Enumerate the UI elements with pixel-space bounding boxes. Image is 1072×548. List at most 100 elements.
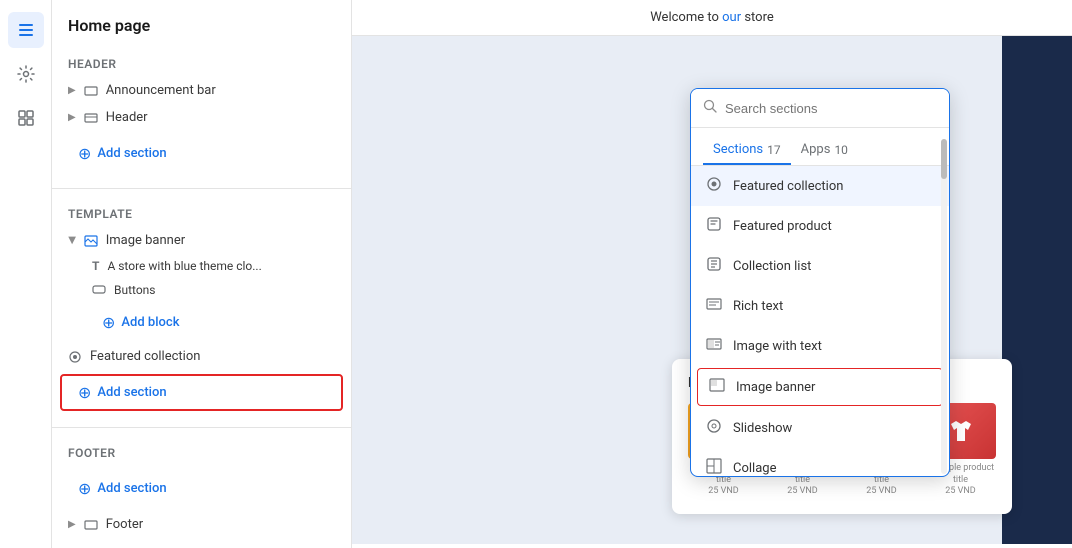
add-section-label: Add section xyxy=(97,146,166,161)
header-item[interactable]: ▶ Header xyxy=(52,104,351,131)
section-item-rich-text[interactable]: Rich text xyxy=(691,286,949,326)
collection-list-icon xyxy=(705,256,723,276)
footer-label: Footer xyxy=(52,440,351,466)
store-text-item: T A store with blue theme clo... xyxy=(52,254,351,278)
text-icon: T xyxy=(92,259,99,273)
header-item-label: Header xyxy=(106,110,148,125)
shirt-icon-red xyxy=(946,416,976,446)
store-text-label: A store with blue theme clo... xyxy=(107,259,261,273)
footer-item-label: Footer xyxy=(106,517,143,532)
apps-tab[interactable]: Apps 10 xyxy=(791,136,858,165)
our-link[interactable]: our xyxy=(722,10,741,25)
image-banner-section-icon xyxy=(708,377,726,397)
chevron-down-icon: ▶ xyxy=(66,237,77,245)
image-banner-icon xyxy=(84,234,98,248)
left-panel: Home page Header ▶ Announcement bar ▶ He… xyxy=(52,0,352,548)
add-section-icon-2: ⊕ xyxy=(78,383,91,402)
section-label-rich-text: Rich text xyxy=(733,299,783,314)
rich-text-icon xyxy=(705,296,723,316)
section-item-collection-list[interactable]: Collection list xyxy=(691,246,949,286)
featured-collection-icon xyxy=(705,176,723,196)
featured-collection-label: Featured collection xyxy=(90,349,200,364)
header-label: Header xyxy=(52,51,351,77)
apps-tab-label: Apps xyxy=(801,142,831,157)
sections-tab[interactable]: Sections 17 xyxy=(703,136,791,165)
buttons-item[interactable]: Buttons xyxy=(52,278,351,302)
preview-area: Welcome to our store Featured collection xyxy=(352,0,1072,548)
apps-icon-btn[interactable] xyxy=(8,100,44,136)
announcement-bar-icon xyxy=(84,84,98,98)
divider xyxy=(52,188,351,189)
scrollbar-track xyxy=(941,139,947,474)
scrollbar-thumb[interactable] xyxy=(941,139,947,179)
page-title: Home page xyxy=(52,0,351,43)
footer-add-section-button[interactable]: ⊕ Add section xyxy=(60,470,343,507)
add-block-icon: ⊕ xyxy=(102,313,115,332)
featured-collection-icon xyxy=(68,350,82,364)
apps-grid-icon xyxy=(17,109,35,127)
section-item-image-with-text[interactable]: Image with text xyxy=(691,326,949,366)
section-item-image-banner[interactable]: Image banner xyxy=(697,368,943,406)
announcement-bar-label: Announcement bar xyxy=(106,83,216,98)
content-icon-btn[interactable] xyxy=(8,12,44,48)
featured-collection-item[interactable]: Featured collection xyxy=(52,343,351,370)
buttons-label: Buttons xyxy=(114,283,156,297)
search-box xyxy=(691,89,949,128)
divider-2 xyxy=(52,427,351,428)
welcome-start: Welcome to xyxy=(650,10,722,25)
add-section-dropdown: Sections 17 Apps 10 Featured collection … xyxy=(690,88,950,477)
dark-right-section xyxy=(1002,36,1072,544)
section-label-collection-list: Collection list xyxy=(733,259,811,274)
header-add-section-button[interactable]: ⊕ Add section xyxy=(60,135,343,172)
icon-sidebar xyxy=(0,0,52,548)
sections-list: Featured collection Featured product Col… xyxy=(691,166,949,476)
chevron-icon: ▶ xyxy=(68,85,76,96)
add-block-wrapper: ⊕ Add block xyxy=(52,304,351,341)
footer-icon xyxy=(84,518,98,532)
template-section-group: Template ▶ Image banner T A store with b… xyxy=(52,193,351,423)
header-item-icon xyxy=(84,111,98,125)
template-add-section-button[interactable]: ⊕ Add section xyxy=(60,374,343,411)
featured-product-icon xyxy=(705,216,723,236)
section-label-slideshow: Slideshow xyxy=(733,421,792,436)
section-label-featured-collection: Featured collection xyxy=(733,179,843,194)
buttons-icon xyxy=(92,283,106,297)
section-item-featured-collection[interactable]: Featured collection xyxy=(691,166,949,206)
search-input[interactable] xyxy=(725,101,937,116)
sections-tab-label: Sections xyxy=(713,142,763,157)
section-item-collage[interactable]: Collage xyxy=(691,448,949,476)
sections-tab-count: 17 xyxy=(767,143,781,157)
preview-topbar: Welcome to our store xyxy=(352,0,1072,36)
apps-tab-count: 10 xyxy=(834,143,848,157)
list-icon xyxy=(17,21,35,39)
footer-add-section-label: Add section xyxy=(97,481,166,496)
section-item-featured-product[interactable]: Featured product xyxy=(691,206,949,246)
add-section-icon: ⊕ xyxy=(78,144,91,163)
dropdown-tabs: Sections 17 Apps 10 xyxy=(691,128,949,166)
section-label-featured-product: Featured product xyxy=(733,219,832,234)
add-block-button[interactable]: ⊕ Add block xyxy=(84,304,351,341)
collage-icon xyxy=(705,458,723,476)
image-banner-item[interactable]: ▶ Image banner xyxy=(52,227,351,254)
section-label-image-banner: Image banner xyxy=(736,380,815,395)
image-with-text-icon xyxy=(705,336,723,356)
announcement-bar-item[interactable]: ▶ Announcement bar xyxy=(52,77,351,104)
welcome-end: store xyxy=(741,10,774,25)
footer-section-group: Footer ⊕ Add section ▶ Footer xyxy=(52,432,351,546)
slideshow-icon xyxy=(705,418,723,438)
chevron-icon: ▶ xyxy=(68,112,76,123)
section-item-slideshow[interactable]: Slideshow xyxy=(691,408,949,448)
footer-item[interactable]: ▶ Footer xyxy=(52,511,351,538)
gear-icon xyxy=(17,65,35,83)
template-label: Template xyxy=(52,201,351,227)
add-section-icon-3: ⊕ xyxy=(78,479,91,498)
template-add-section-label: Add section xyxy=(97,385,166,400)
chevron-icon-footer: ▶ xyxy=(68,519,76,530)
section-label-image-with-text: Image with text xyxy=(733,339,822,354)
image-banner-label: Image banner xyxy=(106,233,185,248)
add-block-label: Add block xyxy=(121,315,179,330)
search-icon xyxy=(703,99,717,117)
section-label-collage: Collage xyxy=(733,461,776,476)
header-section-group: Header ▶ Announcement bar ▶ Header ⊕ Add… xyxy=(52,43,351,184)
settings-icon-btn[interactable] xyxy=(8,56,44,92)
